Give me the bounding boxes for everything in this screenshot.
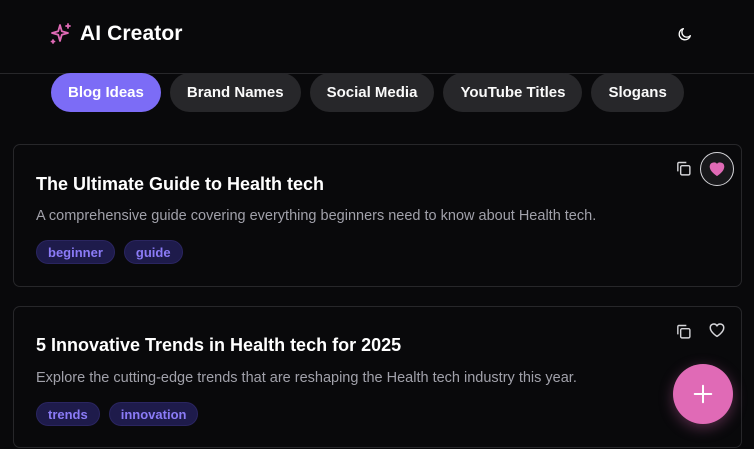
copy-button[interactable]	[670, 318, 696, 344]
idea-card: 5 Innovative Trends in Health tech for 2…	[13, 306, 742, 448]
theme-toggle-button[interactable]	[670, 19, 700, 49]
copy-button[interactable]	[670, 155, 696, 181]
tag-badge[interactable]: guide	[123, 240, 183, 264]
tab-blog-ideas[interactable]: Blog Ideas	[51, 73, 161, 112]
app-title: AI Creator	[80, 22, 183, 45]
card-title: The Ultimate Guide to Health tech	[36, 174, 325, 194]
tag-list: trends innovation	[36, 402, 199, 426]
app-header: AI Creator	[0, 0, 754, 74]
card-title: 5 Innovative Trends in Health tech for 2…	[36, 335, 402, 355]
tab-brand-names[interactable]: Brand Names	[169, 73, 301, 112]
tab-social-media[interactable]: Social Media	[309, 73, 435, 112]
add-idea-button[interactable]	[673, 364, 733, 424]
category-tabs: Blog Ideas Brand Names Social Media YouT…	[51, 73, 684, 112]
moon-icon	[678, 28, 691, 41]
tag-badge[interactable]: beginner	[36, 240, 115, 264]
card-description: Explore the cutting-edge trends that are…	[36, 370, 577, 386]
tab-slogans[interactable]: Slogans	[591, 73, 684, 112]
tag-badge[interactable]: trends	[36, 402, 100, 426]
tag-list: beginner guide	[36, 240, 183, 264]
copy-icon	[676, 161, 691, 176]
heart-filled-icon	[709, 162, 725, 176]
card-description: A comprehensive guide covering everythin…	[36, 208, 597, 224]
favorite-button[interactable]	[700, 313, 734, 347]
idea-card: The Ultimate Guide to Health tech A comp…	[13, 144, 742, 287]
heart-outline-icon	[709, 323, 725, 338]
plus-icon	[693, 384, 713, 404]
tag-badge[interactable]: innovation	[108, 402, 199, 426]
sparkles-icon	[50, 23, 71, 44]
favorite-button[interactable]	[700, 152, 734, 186]
copy-icon	[676, 324, 691, 339]
tab-youtube-titles[interactable]: YouTube Titles	[443, 73, 583, 112]
